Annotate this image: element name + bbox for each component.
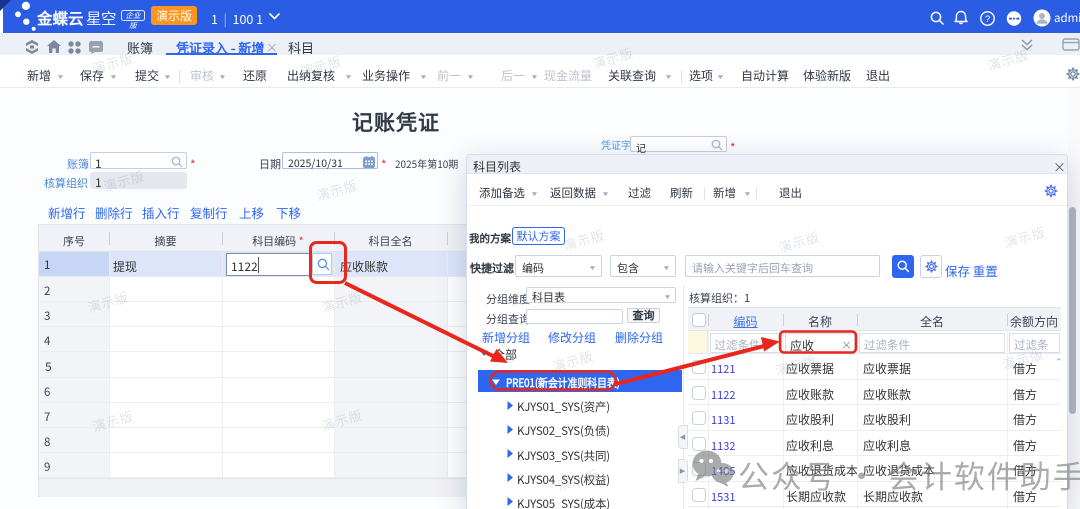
svg-text:?: ?	[985, 13, 990, 24]
